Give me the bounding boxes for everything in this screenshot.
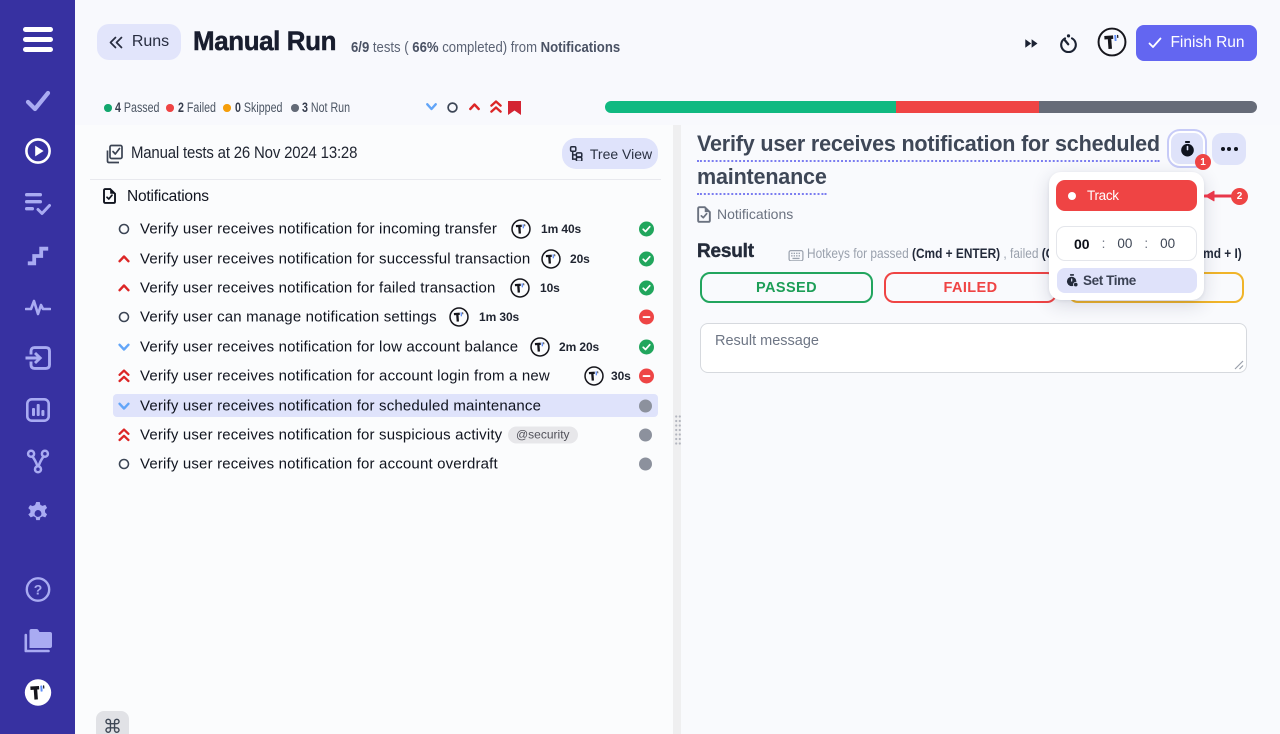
svg-text:?: ? (33, 582, 42, 598)
